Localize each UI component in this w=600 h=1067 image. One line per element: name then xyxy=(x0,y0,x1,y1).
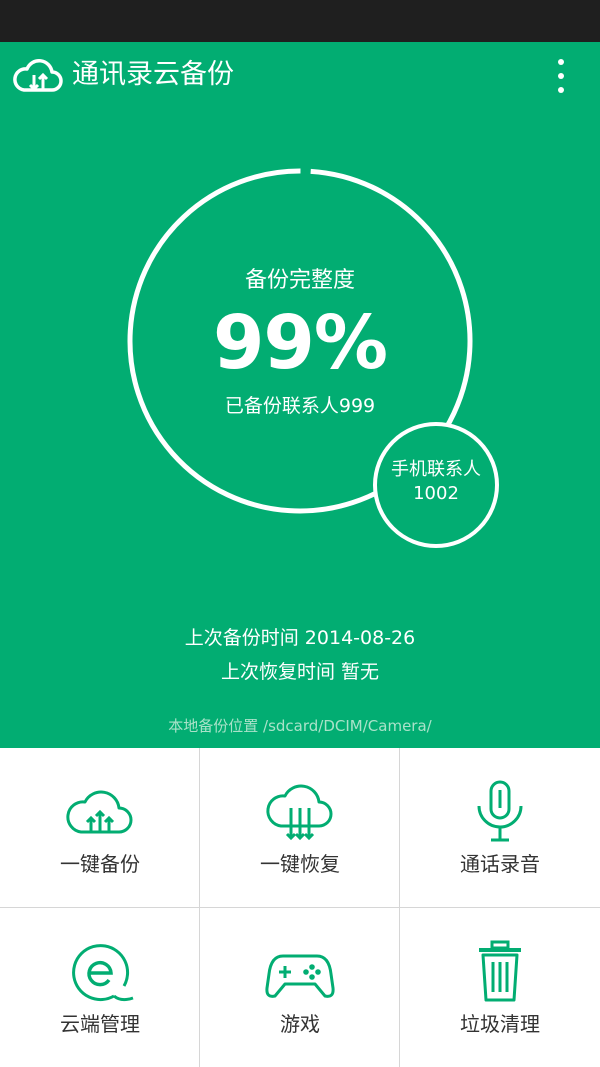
cloud-download-icon xyxy=(266,784,333,841)
more-vertical-icon-dot xyxy=(558,73,564,79)
app-title: 通讯录云备份 xyxy=(72,59,234,90)
last-restore-time: 上次恢复时间 暂无 xyxy=(220,661,380,683)
more-menu-button[interactable] xyxy=(544,54,578,98)
action-label: 游戏 xyxy=(280,1012,320,1036)
backed-up-contacts: 已备份联系人999 xyxy=(224,395,376,417)
action-grid: 一键备份 一键恢复 通话录音 云端管理 游戏 垃圾清理 xyxy=(0,748,600,1067)
cloud-management-button[interactable]: 云端管理 xyxy=(0,908,200,1067)
status-bar xyxy=(0,0,600,42)
backup-summary-panel: 通讯录云备份 备份完整度 99% 已备份联系人999 手机联系人 1002 上次… xyxy=(0,42,600,748)
more-vertical-icon-dot xyxy=(558,87,564,93)
action-label: 通话录音 xyxy=(460,852,540,876)
action-label: 垃圾清理 xyxy=(460,1012,540,1036)
phone-contacts-label: 手机联系人 xyxy=(391,459,481,480)
call-recording-button[interactable]: 通话录音 xyxy=(400,748,600,908)
microphone-icon xyxy=(477,780,523,842)
action-label: 一键备份 xyxy=(60,852,140,876)
phone-contacts-bubble[interactable]: 手机联系人 1002 xyxy=(373,422,499,548)
gamepad-icon xyxy=(265,954,335,998)
more-vertical-icon xyxy=(558,59,564,65)
phone-contacts-count: 1002 xyxy=(413,483,459,504)
action-label: 一键恢复 xyxy=(260,852,340,876)
one-click-backup-button[interactable]: 一键备份 xyxy=(0,748,200,908)
cloud-upload-icon xyxy=(66,790,133,834)
last-backup-time: 上次备份时间 2014-08-26 xyxy=(184,627,416,649)
one-click-restore-button[interactable]: 一键恢复 xyxy=(200,748,400,908)
cloud-sync-icon xyxy=(13,59,63,92)
completeness-title: 备份完整度 xyxy=(244,268,355,293)
local-backup-path: 本地备份位置 /sdcard/DCIM/Camera/ xyxy=(168,717,432,735)
app-bar: 通讯录云备份 xyxy=(0,42,600,110)
cloud-manage-icon xyxy=(72,944,134,1002)
games-button[interactable]: 游戏 xyxy=(200,908,400,1067)
junk-cleanup-button[interactable]: 垃圾清理 xyxy=(400,908,600,1067)
trash-icon xyxy=(479,940,521,1002)
completeness-percent: 99% xyxy=(212,300,388,386)
action-label: 云端管理 xyxy=(60,1012,140,1036)
